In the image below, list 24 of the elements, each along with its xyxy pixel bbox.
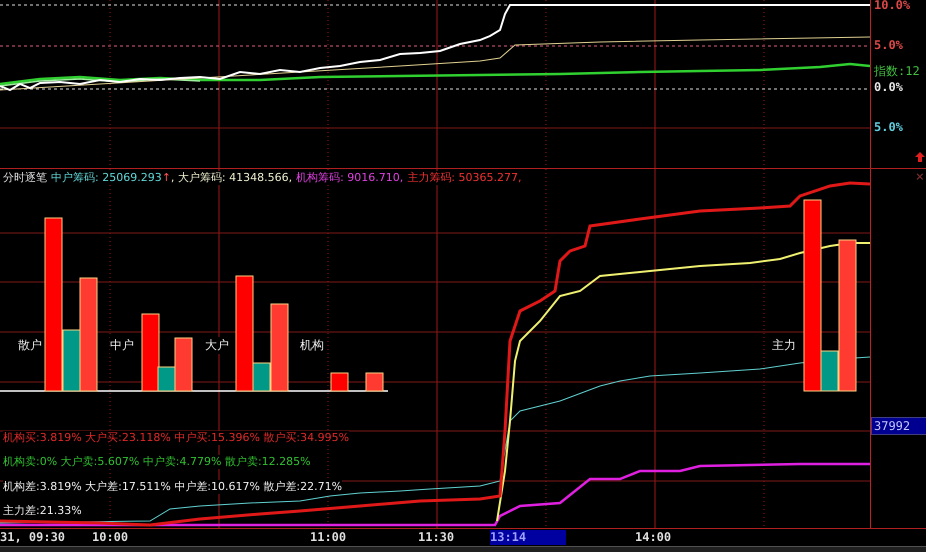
indicator-readout: 主力筹码: 50365.277, [407,171,522,185]
indicator-title: 分时逐笔 [3,171,47,185]
bar-group-label: 大户 [205,337,229,354]
axis-label: 0.0% [874,80,903,94]
bar-group-label: 机构 [300,337,324,354]
time-label: 31, 09:30 [0,530,66,545]
bar-group-label: 中户 [110,337,134,354]
cursor-time: 13:14 [490,530,566,545]
indicator-readout: 机构筹码: 9016.710, [296,171,404,185]
time-label: 10:00 [92,530,128,545]
axis-label: 10.0% [874,0,910,12]
axis-label: 5.0% [874,120,903,134]
indicator-readout: , 大户筹码: 41348.566, [170,171,292,185]
time-label: 11:00 [310,530,346,545]
axis-label: 5.0% [874,38,903,52]
index-readout: 指数:12 [874,64,920,78]
indicator-readout: 中户筹码: 25069.293 [51,171,162,185]
bar-group-label: 散户 [18,337,42,354]
up-arrow-icon[interactable] [915,152,925,162]
bar-group [330,372,384,392]
close-button[interactable]: × [916,170,924,184]
time-label: 11:30 [418,530,454,545]
cursor-value: 37992 [871,417,926,435]
time-label: 14:00 [635,530,672,545]
